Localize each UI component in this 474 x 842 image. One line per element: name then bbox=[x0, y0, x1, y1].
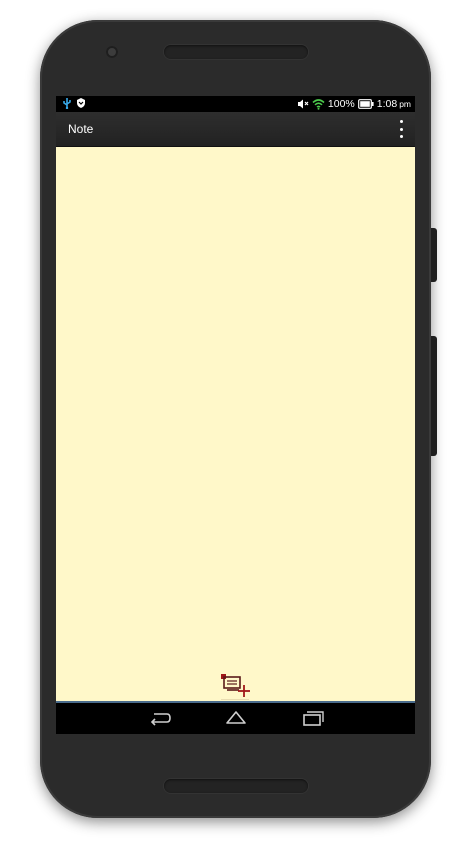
front-camera bbox=[106, 46, 118, 58]
clock-time: 1:08 bbox=[376, 98, 398, 110]
app-title: Note bbox=[68, 122, 94, 136]
shield-icon bbox=[77, 98, 85, 108]
app-bar: Note bbox=[56, 112, 415, 147]
status-bar: 100% 1:08 pm bbox=[56, 96, 415, 112]
mute-icon bbox=[297, 99, 309, 109]
screen: 100% 1:08 pm Note bbox=[56, 96, 415, 734]
battery-icon bbox=[357, 99, 374, 109]
overflow-menu-icon[interactable] bbox=[396, 120, 406, 138]
earpiece-speaker bbox=[164, 45, 308, 59]
home-icon[interactable] bbox=[224, 709, 248, 727]
power-button bbox=[431, 228, 437, 282]
wifi-icon bbox=[312, 99, 325, 110]
add-note-underline bbox=[221, 699, 249, 700]
bottom-speaker bbox=[164, 779, 308, 793]
navigation-bar bbox=[56, 703, 415, 734]
volume-button bbox=[431, 336, 437, 456]
recents-icon[interactable] bbox=[301, 709, 325, 727]
clock-suffix: pm bbox=[399, 99, 411, 109]
usb-debug-icon bbox=[63, 98, 71, 109]
battery-percent: 100% bbox=[327, 98, 355, 110]
add-note-icon[interactable] bbox=[220, 673, 250, 699]
note-content-area[interactable] bbox=[56, 147, 415, 701]
back-icon[interactable] bbox=[148, 709, 172, 727]
